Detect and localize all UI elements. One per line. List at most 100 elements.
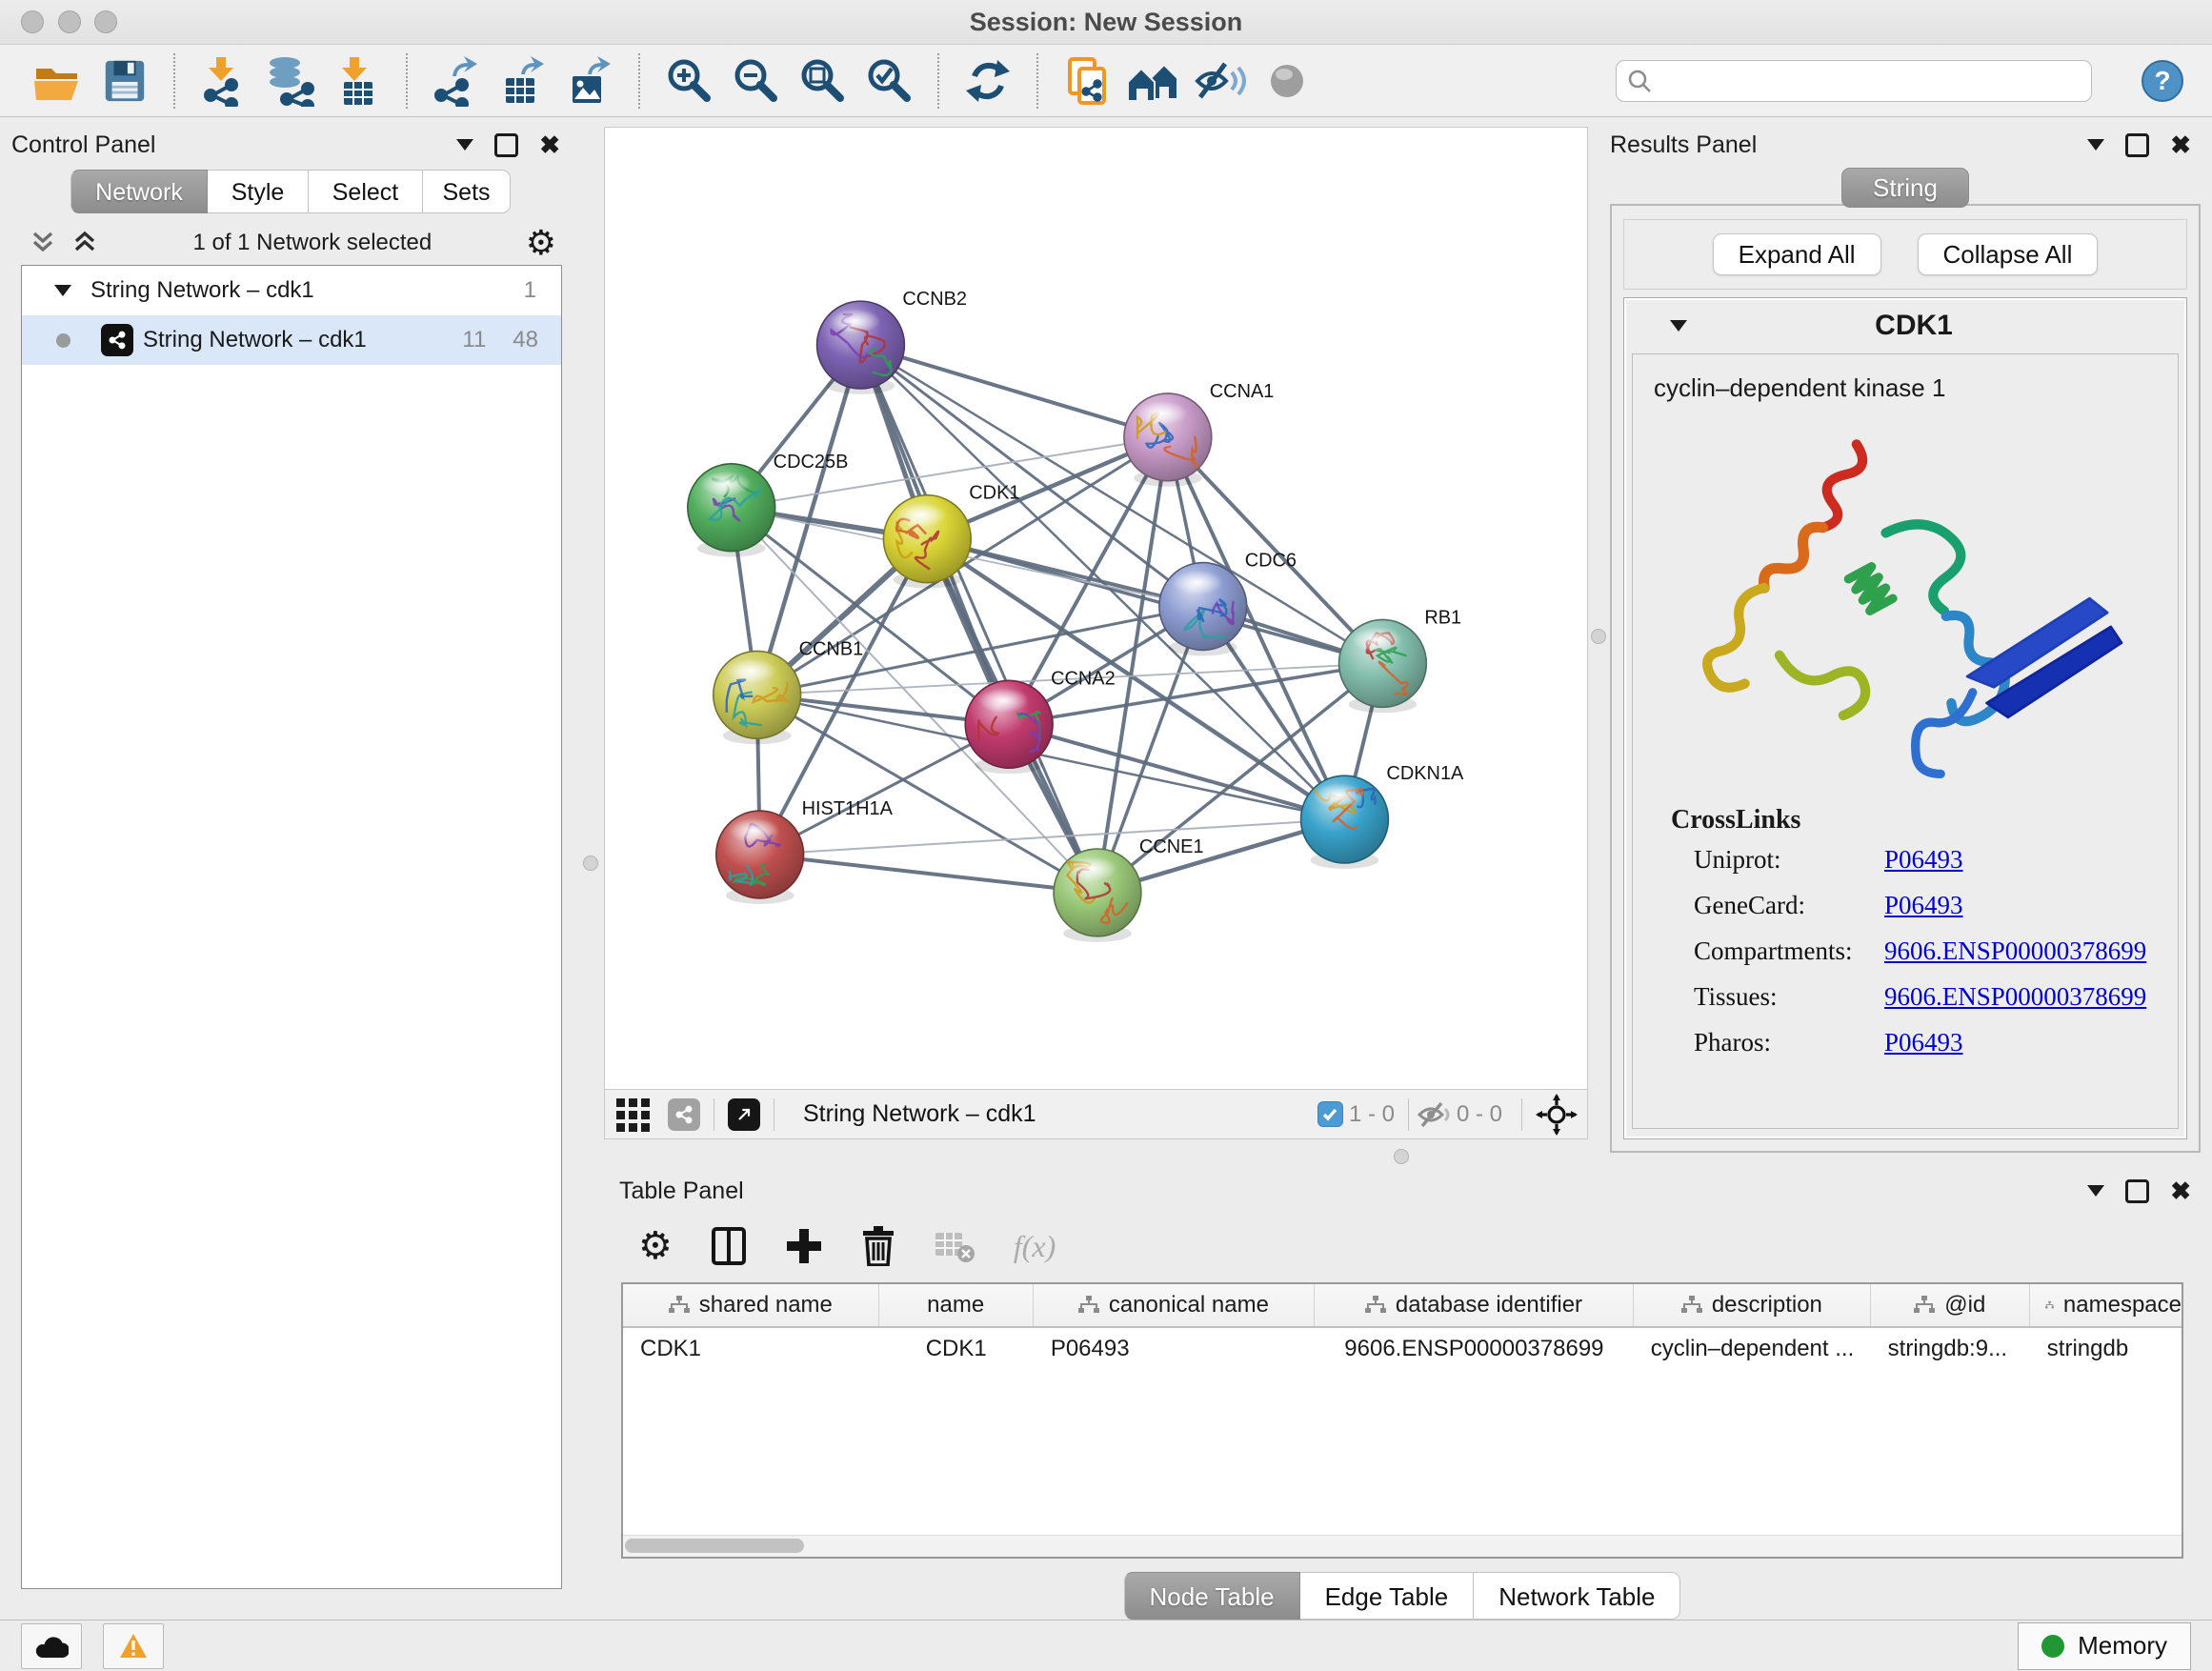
tab-network-table[interactable]: Network Table xyxy=(1474,1572,1680,1620)
gene-section-toggle[interactable]: CDK1 xyxy=(1624,298,2186,353)
add-column-icon[interactable] xyxy=(785,1227,823,1265)
network-canvas[interactable]: CCNB2CCNA1CDC25BCDK1CDC6RB1CCNB1CCNA2CDK… xyxy=(604,127,1588,1090)
zoom-out-button[interactable] xyxy=(726,52,785,110)
search-input[interactable] xyxy=(1616,60,2092,102)
collapse-gene-icon[interactable] xyxy=(1670,320,1687,332)
warnings-button[interactable] xyxy=(103,1623,164,1669)
table-row[interactable]: CDK1 CDK1 P06493 9606.ENSP00000378699 cy… xyxy=(623,1328,2182,1370)
import-network-database-button[interactable] xyxy=(261,52,320,110)
control-panel: Control Panel ✖ Network Style Select Set… xyxy=(11,124,570,1593)
expand-all-icon[interactable] xyxy=(70,230,99,256)
tab-network[interactable]: Network xyxy=(70,170,208,213)
crosslink-link[interactable]: P06493 xyxy=(1884,1028,1963,1057)
network-edge[interactable] xyxy=(760,855,1097,893)
refresh-view-button[interactable] xyxy=(958,52,1017,110)
node-gloss xyxy=(830,309,881,333)
node-gloss xyxy=(1351,627,1402,652)
node-label: CCNA2 xyxy=(1051,668,1116,689)
toolbar-separator xyxy=(173,53,175,109)
expand-all-button[interactable]: Expand All xyxy=(1713,233,1881,275)
export-image-button[interactable] xyxy=(560,52,619,110)
float-panel-icon[interactable] xyxy=(494,133,518,157)
export-table-icon xyxy=(498,55,548,107)
zoom-in-icon xyxy=(664,56,714,106)
column-header[interactable]: @id xyxy=(1871,1284,2030,1326)
column-header[interactable]: database identifier xyxy=(1315,1284,1634,1326)
show-columns-icon[interactable] xyxy=(711,1226,747,1266)
panel-menu-icon[interactable] xyxy=(2087,139,2104,151)
table-tabs: Node Table Edge Table Network Table xyxy=(604,1572,2201,1620)
toolbar-separator xyxy=(638,53,640,109)
float-panel-icon[interactable] xyxy=(2125,133,2149,157)
left-splitter-handle[interactable] xyxy=(583,856,598,871)
import-table-button[interactable] xyxy=(328,52,387,110)
bottom-splitter-handle[interactable] xyxy=(1394,1149,1409,1164)
panel-menu-icon[interactable] xyxy=(456,139,473,151)
import-network-file-button[interactable] xyxy=(194,52,253,110)
crosslink-link[interactable]: 9606.ENSP00000378699 xyxy=(1884,936,2146,966)
toolbar-search xyxy=(1616,60,2092,102)
close-panel-icon[interactable]: ✖ xyxy=(539,135,560,154)
close-panel-icon[interactable]: ✖ xyxy=(2170,1181,2191,1200)
crosslink-label: GeneCard: xyxy=(1694,891,1884,920)
column-header[interactable]: shared name xyxy=(623,1284,879,1326)
column-header[interactable]: description xyxy=(1634,1284,1871,1326)
export-table-button[interactable] xyxy=(493,52,553,110)
toolbar-separator xyxy=(1036,53,1038,109)
network-edge[interactable] xyxy=(927,539,1382,664)
function-builder-icon: f(x) xyxy=(1014,1229,1056,1264)
column-header[interactable]: namespace xyxy=(2030,1284,2182,1326)
zoom-selected-button[interactable] xyxy=(859,52,918,110)
tab-string[interactable]: String xyxy=(1841,168,1969,208)
selected-checkbox-icon[interactable] xyxy=(1317,1101,1343,1127)
scrollbar-thumb[interactable] xyxy=(625,1539,804,1553)
save-floppy-icon xyxy=(101,57,149,105)
network-edge[interactable] xyxy=(860,345,1097,893)
crosslink-link[interactable]: P06493 xyxy=(1884,845,1963,875)
detach-view-icon[interactable] xyxy=(728,1098,760,1131)
column-header[interactable]: name xyxy=(879,1284,1034,1326)
memory-button[interactable]: Memory xyxy=(2018,1622,2191,1670)
open-folder-icon xyxy=(32,57,84,105)
tab-style[interactable]: Style xyxy=(208,170,309,213)
right-splitter-handle[interactable] xyxy=(1591,629,1606,644)
gear-icon[interactable]: ⚙ xyxy=(526,229,556,257)
panel-menu-icon[interactable] xyxy=(2087,1185,2104,1197)
table-panel-title: Table Panel xyxy=(619,1178,744,1205)
birds-eye-view-icon[interactable] xyxy=(614,1097,653,1133)
network-collection-row[interactable]: String Network – cdk1 1 xyxy=(22,266,561,315)
hide-selected-button[interactable] xyxy=(1191,52,1250,110)
tab-sets[interactable]: Sets xyxy=(423,170,511,213)
snapshot-button[interactable] xyxy=(1057,52,1116,110)
app-store-button[interactable] xyxy=(21,1623,82,1669)
export-network-button[interactable] xyxy=(427,52,486,110)
column-type-icon xyxy=(1365,1296,1386,1315)
close-panel-icon[interactable]: ✖ xyxy=(2170,135,2191,154)
tab-edge-table[interactable]: Edge Table xyxy=(1300,1572,1475,1620)
table-settings-gear-icon[interactable]: ⚙ xyxy=(638,1229,673,1263)
help-button[interactable]: ? xyxy=(2142,60,2183,102)
column-type-icon xyxy=(1681,1296,1702,1315)
tab-select[interactable]: Select xyxy=(309,170,423,213)
crosslink-link[interactable]: P06493 xyxy=(1884,891,1963,920)
save-session-button[interactable] xyxy=(95,52,154,110)
float-panel-icon[interactable] xyxy=(2125,1179,2149,1203)
horizontal-scrollbar[interactable] xyxy=(623,1535,2182,1557)
zoom-in-button[interactable] xyxy=(659,52,718,110)
delete-column-trash-icon[interactable] xyxy=(861,1226,895,1266)
network-type-icon[interactable] xyxy=(668,1098,700,1131)
crosslink-link[interactable]: 9606.ENSP00000378699 xyxy=(1884,982,2146,1012)
show-all-button[interactable] xyxy=(1257,52,1317,110)
open-session-button[interactable] xyxy=(29,52,88,110)
apply-layout-button[interactable] xyxy=(1124,52,1183,110)
tab-node-table[interactable]: Node Table xyxy=(1124,1572,1300,1620)
fit-selected-crosshair-icon[interactable] xyxy=(1536,1094,1578,1136)
crosslink-row: Compartments: 9606.ENSP00000378699 xyxy=(1694,936,2178,966)
column-header[interactable]: canonical name xyxy=(1034,1284,1315,1326)
collapse-all-icon[interactable] xyxy=(29,230,57,256)
collapse-all-button[interactable]: Collapse All xyxy=(1918,233,2099,275)
collection-expand-icon[interactable] xyxy=(54,285,71,296)
zoom-fit-button[interactable] xyxy=(793,52,852,110)
network-edge[interactable] xyxy=(760,819,1345,855)
network-row[interactable]: String Network – cdk1 11 48 xyxy=(22,315,561,365)
